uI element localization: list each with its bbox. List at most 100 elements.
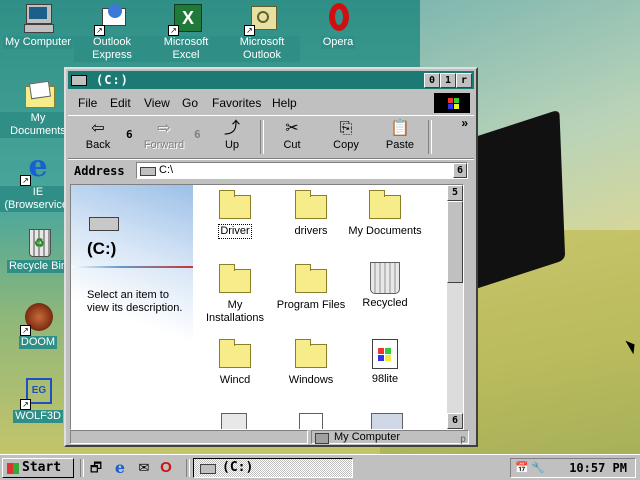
up-folder-icon: ⤴ [223, 120, 240, 137]
window-title: (C:) [96, 73, 129, 87]
address-input[interactable]: C:\ 6 [136, 162, 468, 179]
minimize-button[interactable]: 0 [424, 73, 440, 88]
outlook-icon: ↗ [244, 2, 278, 36]
address-label: Address [74, 164, 125, 178]
file-item-wincd[interactable]: Wincd [193, 338, 277, 387]
file-icon-partial [299, 413, 323, 429]
outlook-express-icon: ↗ [94, 2, 128, 36]
desktop-icon-microsoft-outlook[interactable]: ↗ Microsoft Outlook [224, 2, 300, 62]
clock[interactable]: 10:57 PM [569, 461, 627, 475]
my-computer-icon [22, 2, 54, 34]
menu-bar: File Edit View Go Favorites Help [68, 91, 474, 113]
file-list: Driver drivers My Documents My Installat… [193, 185, 447, 429]
paste-button[interactable]: 📋 Paste [376, 119, 424, 151]
menu-favorites[interactable]: Favorites [212, 96, 261, 110]
folder-icon [219, 190, 251, 219]
wallpaper-shape [464, 109, 566, 291]
tools-icon[interactable]: 🔧 [531, 461, 545, 475]
menu-file[interactable]: File [78, 96, 97, 110]
web-view-panel: (C:) Select an item to view its descript… [71, 185, 193, 429]
toolbar: ⇦ Back 6 ⇨ Forward 6 ⤴ Up ✂ Cut ⎘ Copy 📋… [68, 115, 474, 159]
back-button[interactable]: ⇦ Back [74, 119, 122, 151]
toolbar-chevron-icon[interactable]: » [461, 116, 468, 130]
windows-logo-icon [7, 463, 19, 474]
explorer-window: (C:) 0 1 r File Edit View Go Favorites H… [64, 67, 478, 447]
hard-drive-icon [89, 217, 119, 231]
file-item-drivers[interactable]: drivers [269, 189, 353, 238]
windows-logo-icon [434, 93, 470, 113]
quicklaunch-separator [80, 459, 84, 477]
taskbar-button-drive-c[interactable]: (C:) [193, 458, 353, 478]
file-item-windows[interactable]: Windows [269, 338, 353, 387]
recycle-bin-icon [370, 262, 400, 294]
file-item-98lite[interactable]: 98lite [343, 337, 427, 386]
webview-title: (C:) [87, 239, 117, 258]
folder-icon [369, 190, 401, 219]
internet-explorer-icon: e ↗ [20, 152, 54, 186]
vertical-scrollbar[interactable]: 5 6 [447, 185, 463, 429]
webview-description: Select an item to view its description. [87, 289, 183, 314]
outlook-express-icon[interactable]: ✉ [136, 460, 152, 476]
menu-help[interactable]: Help [272, 96, 297, 110]
copy-button[interactable]: ⎘ Copy [322, 119, 370, 151]
doom-icon: ↗ [20, 302, 54, 336]
up-button[interactable]: ⤴ Up [208, 119, 256, 151]
menu-edit[interactable]: Edit [110, 96, 131, 110]
menu-go[interactable]: Go [182, 96, 198, 110]
scroll-thumb[interactable] [447, 201, 463, 283]
toolbar-separator [260, 120, 264, 154]
file-item-driver[interactable]: Driver [193, 189, 277, 239]
address-bar: Address C:\ 6 [68, 159, 474, 182]
status-bar: My Computer p [68, 429, 474, 445]
drive-icon [71, 75, 87, 86]
file-item-my-installations[interactable]: My Installations [193, 263, 277, 325]
file-icon-partial [221, 413, 247, 429]
system-tray: 📅 🔧 10:57 PM [510, 458, 636, 478]
address-value: C:\ [159, 164, 174, 176]
status-location-pane: My Computer p [311, 430, 469, 445]
file-item-my-documents[interactable]: My Documents [343, 189, 427, 238]
title-bar[interactable]: (C:) 0 1 r [68, 71, 474, 89]
resize-grip[interactable]: p [460, 434, 466, 445]
paste-icon: 📋 [390, 120, 410, 137]
forward-dropdown[interactable]: 6 [194, 128, 201, 141]
opera-icon[interactable]: O [158, 460, 174, 476]
copy-icon: ⎘ [339, 120, 353, 137]
folder-view: (C:) Select an item to view its descript… [70, 184, 464, 430]
desktop-icon-microsoft-excel[interactable]: X ↗ Microsoft Excel [148, 2, 224, 62]
desktop-icon-outlook-express[interactable]: ↗ Outlook Express [74, 2, 150, 62]
cut-button[interactable]: ✂ Cut [268, 119, 316, 151]
file-icon-partial [371, 413, 403, 429]
address-dropdown-button[interactable]: 6 [453, 163, 467, 178]
desktop-icon-my-computer[interactable]: My Computer [0, 2, 76, 49]
back-dropdown[interactable]: 6 [126, 128, 133, 141]
divider [71, 266, 193, 268]
show-desktop-icon[interactable]: 🗗 [88, 460, 104, 476]
file-item-program-files[interactable]: Program Files [269, 263, 353, 312]
taskbar: Start 🗗 e ✉ O (C:) 📅 🔧 10:57 PM [0, 454, 640, 480]
toolbar-separator [428, 120, 432, 154]
menu-view[interactable]: View [144, 96, 170, 110]
excel-icon: X ↗ [168, 2, 202, 36]
my-documents-icon [22, 78, 55, 110]
desktop-icon-opera[interactable]: Opera [300, 2, 376, 49]
start-button[interactable]: Start [2, 458, 74, 478]
status-pane [70, 430, 308, 444]
wolf3d-icon: EG ↗ [20, 376, 54, 410]
drive-icon [140, 167, 156, 176]
internet-explorer-icon[interactable]: e [112, 460, 128, 476]
folder-icon [295, 190, 327, 219]
maximize-button[interactable]: 1 [440, 73, 456, 88]
close-button[interactable]: r [456, 73, 472, 88]
forward-button[interactable]: ⇨ Forward [140, 119, 188, 151]
opera-icon [322, 2, 354, 34]
file-item-recycled[interactable]: Recycled [343, 261, 427, 310]
desktop: My Computer ↗ Outlook Express X ↗ Micros… [0, 0, 640, 454]
my-computer-icon [315, 433, 329, 444]
scroll-up-button[interactable]: 5 [447, 185, 463, 201]
executable-file-icon [372, 339, 398, 369]
scroll-down-button[interactable]: 6 [447, 413, 463, 429]
folder-icon [295, 339, 327, 368]
folder-icon [219, 264, 251, 293]
scheduler-icon[interactable]: 📅 [515, 461, 529, 475]
